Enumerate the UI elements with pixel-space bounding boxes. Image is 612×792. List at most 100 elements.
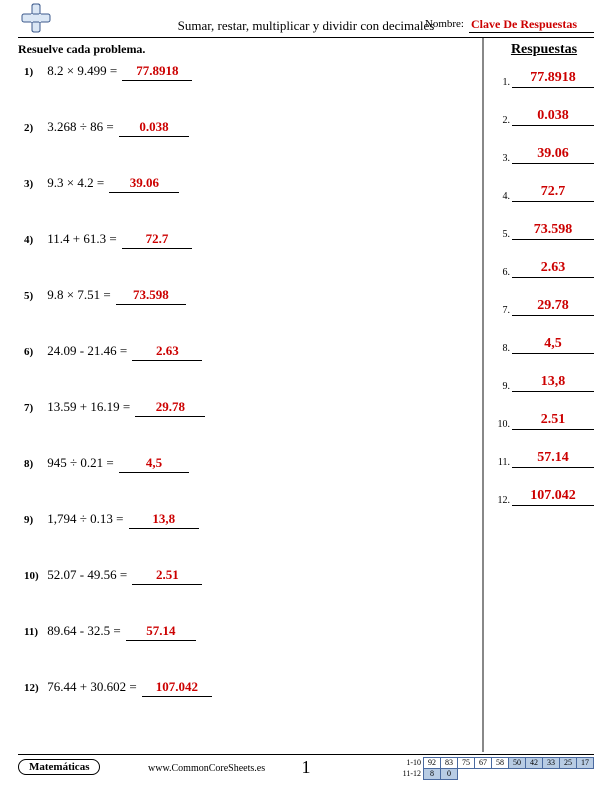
answer-number: 9. — [494, 381, 512, 392]
problem-expression: 76.44 + 30.602 = — [47, 679, 136, 694]
score-cell: 25 — [560, 758, 577, 769]
problem-row: 3) 9.3 × 4.2 = 39.06 — [18, 175, 472, 193]
problem-answer: 39.06 — [109, 175, 179, 193]
problem-number: 11) — [24, 626, 44, 638]
problem-number: 9) — [24, 514, 44, 526]
problem-answer: 13,8 — [129, 511, 199, 529]
answer-value: 57.14 — [512, 450, 594, 468]
problem-answer: 107.042 — [142, 679, 212, 697]
problem-number: 5) — [24, 290, 44, 302]
problem-row: 7) 13.59 + 16.19 = 29.78 — [18, 399, 472, 417]
score-cell: 75 — [458, 758, 475, 769]
answer-row: 10. 2.51 — [494, 412, 594, 430]
score-row-label: 11-12 — [398, 769, 424, 780]
name-label: Nombre: — [425, 18, 464, 30]
problem-expression: 52.07 - 49.56 = — [47, 567, 127, 582]
problem-row: 11) 89.64 - 32.5 = 57.14 — [18, 623, 472, 641]
problem-expression: 9.3 × 4.2 = — [47, 175, 104, 190]
problem-answer: 77.8918 — [122, 63, 192, 81]
score-cell: 83 — [441, 758, 458, 769]
problem-expression: 1,794 ÷ 0.13 = — [47, 511, 123, 526]
answer-number: 11. — [494, 457, 512, 468]
answer-value: 2.51 — [512, 412, 594, 430]
problem-number: 7) — [24, 402, 44, 414]
answer-value: 39.06 — [512, 146, 594, 164]
problem-answer: 72.7 — [122, 231, 192, 249]
problem-answer: 2.63 — [132, 343, 202, 361]
problem-expression: 9.8 × 7.51 = — [47, 287, 110, 302]
answer-value: 13,8 — [512, 374, 594, 392]
problem-number: 8) — [24, 458, 44, 470]
answer-value: 77.8918 — [512, 70, 594, 88]
answers-title: Respuestas — [494, 42, 594, 58]
answer-number: 2. — [494, 115, 512, 126]
answer-value: 72.7 — [512, 184, 594, 202]
problem-row: 5) 9.8 × 7.51 = 73.598 — [18, 287, 472, 305]
score-cell: 17 — [577, 758, 594, 769]
answer-row: 7. 29.78 — [494, 298, 594, 316]
subject-badge: Matemáticas — [18, 759, 100, 775]
answer-row: 8. 4,5 — [494, 336, 594, 354]
answer-value: 29.78 — [512, 298, 594, 316]
problem-answer: 0.038 — [119, 119, 189, 137]
problem-expression: 3.268 ÷ 86 = — [47, 119, 113, 134]
answer-row: 5. 73.598 — [494, 222, 594, 240]
answer-number: 6. — [494, 267, 512, 278]
problem-row: 8) 945 ÷ 0.21 = 4,5 — [18, 455, 472, 473]
problem-expression: 89.64 - 32.5 = — [47, 623, 120, 638]
answer-row: 12. 107.042 — [494, 488, 594, 506]
problem-answer: 2.51 — [132, 567, 202, 585]
score-cell: 50 — [509, 758, 526, 769]
answer-row: 11. 57.14 — [494, 450, 594, 468]
answer-row: 9. 13,8 — [494, 374, 594, 392]
answer-number: 1. — [494, 77, 512, 88]
score-cell: 92 — [424, 758, 441, 769]
answer-value: 0.038 — [512, 108, 594, 126]
name-value: Clave De Respuestas — [469, 17, 594, 33]
problem-answer: 4,5 — [119, 455, 189, 473]
answer-row: 4. 72.7 — [494, 184, 594, 202]
answer-value: 2.63 — [512, 260, 594, 278]
problem-expression: 11.4 + 61.3 = — [47, 231, 116, 246]
answer-number: 7. — [494, 305, 512, 316]
problem-row: 6) 24.09 - 21.46 = 2.63 — [18, 343, 472, 361]
page-number: 1 — [302, 757, 311, 778]
problem-row: 1) 8.2 × 9.499 = 77.8918 — [18, 63, 472, 81]
worksheet-footer: Matemáticas www.CommonCoreSheets.es 1 1-… — [18, 754, 594, 782]
problem-number: 4) — [24, 234, 44, 246]
answer-row: 6. 2.63 — [494, 260, 594, 278]
answer-number: 4. — [494, 191, 512, 202]
problem-row: 4) 11.4 + 61.3 = 72.7 — [18, 231, 472, 249]
website-text: www.CommonCoreSheets.es — [148, 763, 265, 774]
answer-value: 4,5 — [512, 336, 594, 354]
score-cell: 8 — [424, 769, 441, 780]
answer-row: 3. 39.06 — [494, 146, 594, 164]
instruction-text: Resuelve cada problema. — [18, 42, 472, 57]
answer-number: 12. — [494, 495, 512, 506]
problem-number: 12) — [24, 682, 44, 694]
worksheet-header: Sumar, restar, multiplicar y dividir con… — [18, 0, 594, 38]
problem-answer: 29.78 — [135, 399, 205, 417]
problem-answer: 73.598 — [116, 287, 186, 305]
problem-expression: 24.09 - 21.46 = — [47, 343, 127, 358]
problems-column: Resuelve cada problema. 1) 8.2 × 9.499 =… — [18, 38, 480, 752]
problem-number: 1) — [24, 66, 44, 78]
problem-number: 6) — [24, 346, 44, 358]
answer-value: 73.598 — [512, 222, 594, 240]
answer-value: 107.042 — [512, 488, 594, 506]
score-cell: 58 — [492, 758, 509, 769]
problem-row: 9) 1,794 ÷ 0.13 = 13,8 — [18, 511, 472, 529]
problem-expression: 13.59 + 16.19 = — [47, 399, 130, 414]
problem-row: 10) 52.07 - 49.56 = 2.51 — [18, 567, 472, 585]
column-divider — [482, 38, 484, 752]
answer-row: 1. 77.8918 — [494, 70, 594, 88]
problem-number: 2) — [24, 122, 44, 134]
answer-number: 3. — [494, 153, 512, 164]
answer-number: 10. — [494, 419, 512, 430]
answer-number: 5. — [494, 229, 512, 240]
problem-number: 10) — [24, 570, 44, 582]
score-grid: 1-10 92 83 75 67 58 50 42 33 25 17 11-12… — [398, 757, 595, 780]
score-cell: 42 — [526, 758, 543, 769]
problem-row: 12) 76.44 + 30.602 = 107.042 — [18, 679, 472, 697]
score-row-label: 1-10 — [398, 758, 424, 769]
